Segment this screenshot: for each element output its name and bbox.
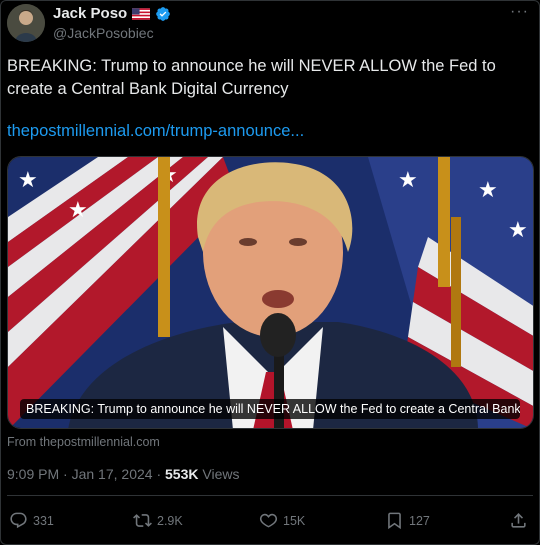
tweet-link[interactable]: thepostmillennial.com/trump-announce... <box>7 122 304 141</box>
news-photo: ★ ★ ★ ★ ★ ★ <box>8 157 533 428</box>
bookmark-button[interactable]: 127 <box>385 511 430 530</box>
us-flag-icon <box>132 7 151 20</box>
media-caption: BREAKING: Trump to announce he will NEVE… <box>20 399 520 419</box>
tweet-date[interactable]: Jan 17, 2024 <box>72 466 153 482</box>
divider <box>7 495 533 496</box>
share-button[interactable] <box>509 511 528 530</box>
link-card-media[interactable]: ★ ★ ★ ★ ★ ★ <box>7 156 534 429</box>
svg-text:★: ★ <box>68 197 88 222</box>
repost-icon <box>133 514 152 527</box>
reply-icon <box>10 512 27 529</box>
svg-text:★: ★ <box>508 217 528 242</box>
author-display-name[interactable]: Jack Poso <box>53 5 127 22</box>
avatar[interactable] <box>7 4 45 42</box>
tweet-time[interactable]: 9:09 PM <box>7 466 59 482</box>
author-row: Jack Poso <box>53 5 171 22</box>
verified-badge-icon <box>156 6 171 21</box>
svg-text:★: ★ <box>18 167 38 192</box>
views-count: 553K <box>165 466 199 482</box>
like-button[interactable]: 15K <box>259 511 305 530</box>
repost-button[interactable]: 2.9K <box>133 511 183 530</box>
views-label: Views <box>198 466 240 482</box>
reply-button[interactable]: 331 <box>9 511 54 530</box>
tweet-meta: 9:09 PM · Jan 17, 2024 · 553K Views <box>7 466 239 482</box>
heart-icon <box>259 513 278 528</box>
action-bar: 331 2.9K 15K 127 <box>9 511 531 533</box>
author-handle[interactable]: @JackPosobiec <box>53 25 154 41</box>
tweet-card: Jack Poso @JackPosobiec ··· BREAKING: Tr… <box>0 0 540 545</box>
repost-count: 2.9K <box>157 513 183 528</box>
share-icon <box>511 513 526 528</box>
meta-separator: · <box>59 466 72 482</box>
bookmark-count: 127 <box>409 513 430 528</box>
like-count: 15K <box>283 513 306 528</box>
meta-separator: · <box>152 466 166 482</box>
bookmark-icon <box>388 512 401 530</box>
more-options-button[interactable]: ··· <box>510 3 529 21</box>
svg-text:★: ★ <box>398 167 418 192</box>
svg-text:★: ★ <box>478 177 498 202</box>
avatar-image <box>7 4 45 42</box>
link-source[interactable]: From thepostmillennial.com <box>7 435 160 449</box>
tweet-text: BREAKING: Trump to announce he will NEVE… <box>7 57 496 98</box>
reply-count: 331 <box>33 513 54 528</box>
